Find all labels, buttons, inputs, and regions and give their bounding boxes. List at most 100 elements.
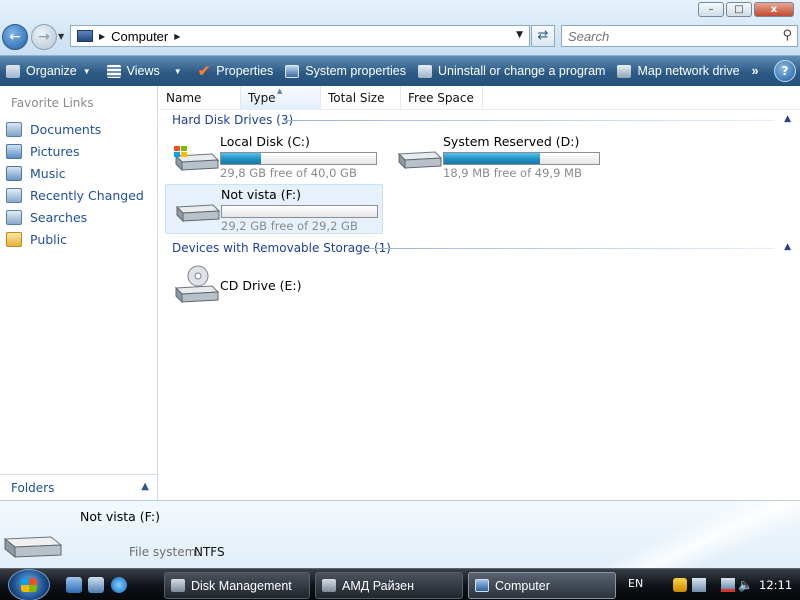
documents-icon (6, 121, 22, 137)
drive-free-space-text: 18,9 MB free of 49,9 MB (443, 166, 582, 180)
music-icon (6, 165, 22, 181)
security-shield-icon[interactable] (673, 578, 687, 592)
search-box[interactable]: ⚲ (561, 25, 798, 47)
network-drive-icon (617, 64, 632, 78)
window-icon (322, 579, 336, 592)
hard-drive-icon (175, 204, 221, 223)
breadcrumb-separator-icon[interactable]: ▶ (174, 32, 180, 41)
chevron-down-icon: ▼ (58, 32, 65, 41)
sidebar-item-pictures[interactable]: Pictures (6, 140, 144, 162)
uninstall-icon (418, 64, 432, 78)
more-chevron-icon: » (751, 64, 759, 78)
breadcrumb-separator-icon[interactable]: ▶ (99, 32, 105, 41)
system-properties-button[interactable]: System properties (279, 56, 412, 86)
clock[interactable]: 12:11 (759, 578, 792, 592)
taskbar-button-label: Disk Management (191, 578, 292, 593)
back-button[interactable]: ← (2, 24, 28, 50)
sidebar-item-documents[interactable]: Documents (6, 118, 144, 140)
file-system-label: File system: (129, 545, 201, 559)
uninstall-program-label: Uninstall or change a program (438, 64, 606, 78)
group-header-removable[interactable]: Devices with Removable Storage (1) (172, 239, 391, 257)
close-button[interactable]: x (754, 2, 794, 17)
favorite-links-heading: Favorite Links (11, 96, 94, 110)
chevron-up-icon[interactable]: ▲ (784, 242, 791, 252)
disk-management-icon (171, 579, 185, 592)
group-header-hard-disks[interactable]: Hard Disk Drives (3) (172, 111, 293, 129)
breadcrumb-computer[interactable]: Computer (111, 29, 168, 44)
sidebar-item-music[interactable]: Music (6, 162, 144, 184)
taskbar-button-computer[interactable]: Computer (468, 572, 616, 599)
search-icon[interactable]: ⚲ (782, 28, 792, 43)
network-disconnected-icon[interactable] (721, 578, 735, 592)
chevron-down-icon: ▼ (82, 66, 91, 76)
internet-explorer-icon[interactable] (111, 577, 127, 593)
monitor-icon (285, 64, 300, 78)
file-list-view: Hard Disk Drives (3) ▲ Local Disk (C:) 2… (159, 110, 800, 500)
column-total-size[interactable]: Total Size (321, 86, 401, 110)
group-divider (367, 248, 774, 249)
drive-tile-system-reserved-d[interactable]: System Reserved (D:) 18,9 MB free of 49,… (388, 132, 606, 182)
drive-tile-local-disk-c[interactable]: Local Disk (C:) 29,8 GB free of 40,0 GB (165, 132, 383, 182)
column-type[interactable]: ▲ Type (241, 86, 321, 110)
taskbar-button-amd-ryzen[interactable]: АМД Райзен (315, 572, 463, 599)
more-commands-button[interactable]: » (746, 56, 765, 86)
sidebar-item-label: Music (30, 165, 66, 181)
folders-label: Folders (11, 480, 55, 495)
sidebar-item-searches[interactable]: Searches (6, 206, 144, 228)
map-network-drive-button[interactable]: Map network drive (611, 56, 745, 86)
drive-name: System Reserved (D:) (443, 134, 580, 149)
organize-icon (6, 64, 20, 78)
drive-tile-not-vista-f[interactable]: Not vista (F:) 29,2 GB free of 29,2 GB (165, 184, 383, 234)
favorite-links-list: Documents Pictures Music Recently Change… (6, 118, 144, 250)
sidebar-item-recently-changed[interactable]: Recently Changed (6, 184, 144, 206)
computer-icon (475, 579, 489, 592)
windows-logo-icon (21, 578, 37, 592)
address-bar[interactable]: ▶ Computer ▶ ▼ (70, 25, 530, 47)
views-label: Views (126, 64, 160, 78)
chevron-up-icon[interactable]: ▲ (784, 114, 791, 124)
refresh-button[interactable]: ⇄ (531, 25, 555, 47)
chevron-up-icon: ▲ (141, 481, 149, 492)
uninstall-program-button[interactable]: Uninstall or change a program (412, 56, 611, 86)
column-name[interactable]: Name (159, 86, 241, 110)
minimize-button[interactable]: – (698, 2, 724, 17)
computer-icon (77, 30, 93, 42)
forward-button[interactable]: → (31, 24, 57, 50)
taskbar-button-disk-management[interactable]: Disk Management (164, 572, 310, 599)
organize-label: Organize (26, 64, 77, 78)
column-free-space[interactable]: Free Space (401, 86, 483, 110)
device-tile-cd-drive-e[interactable]: CD Drive (E:) (165, 262, 383, 312)
sidebar-item-public[interactable]: Public (6, 228, 144, 250)
properties-label: Properties (216, 64, 274, 78)
system-tray: EN 🔈 12:11 (617, 569, 800, 600)
sidebar-item-label: Searches (30, 209, 88, 225)
maximize-button[interactable]: □ (726, 2, 752, 17)
drive-name: Local Disk (C:) (220, 134, 310, 149)
show-desktop-icon[interactable] (66, 577, 82, 593)
start-button[interactable] (8, 569, 50, 600)
details-item-name: Not vista (F:) (80, 509, 160, 524)
command-toolbar: Organize ▼ Views ▼ ✔ Properties System p… (0, 56, 800, 86)
properties-button[interactable]: ✔ Properties (188, 56, 280, 86)
views-button[interactable]: Views ▼ (97, 56, 188, 86)
folders-toggle[interactable]: Folders ▲ (0, 474, 157, 500)
drive-name: Not vista (F:) (221, 187, 301, 202)
drive-usage-bar (443, 152, 600, 165)
recent-pages-button[interactable]: ▼ (58, 32, 64, 41)
volume-muted-icon[interactable]: 🔈 (738, 578, 753, 592)
navigation-pane: Favorite Links Documents Pictures Music … (0, 86, 158, 519)
switch-windows-icon[interactable] (88, 577, 104, 593)
search-input[interactable] (562, 26, 762, 46)
action-center-icon[interactable] (692, 578, 706, 592)
drive-usage-fill (444, 153, 541, 164)
help-button[interactable]: ? (774, 60, 796, 82)
address-dropdown-icon[interactable]: ▼ (516, 30, 523, 40)
public-folder-icon (6, 231, 22, 247)
drive-free-space-text: 29,2 GB free of 29,2 GB (221, 219, 358, 233)
pictures-icon (6, 143, 22, 159)
group-divider (284, 120, 774, 121)
taskbar-button-label: Computer (495, 578, 550, 593)
sort-indicator-icon: ▲ (277, 87, 283, 95)
language-indicator[interactable]: EN (628, 577, 643, 590)
organize-button[interactable]: Organize ▼ (0, 56, 97, 86)
